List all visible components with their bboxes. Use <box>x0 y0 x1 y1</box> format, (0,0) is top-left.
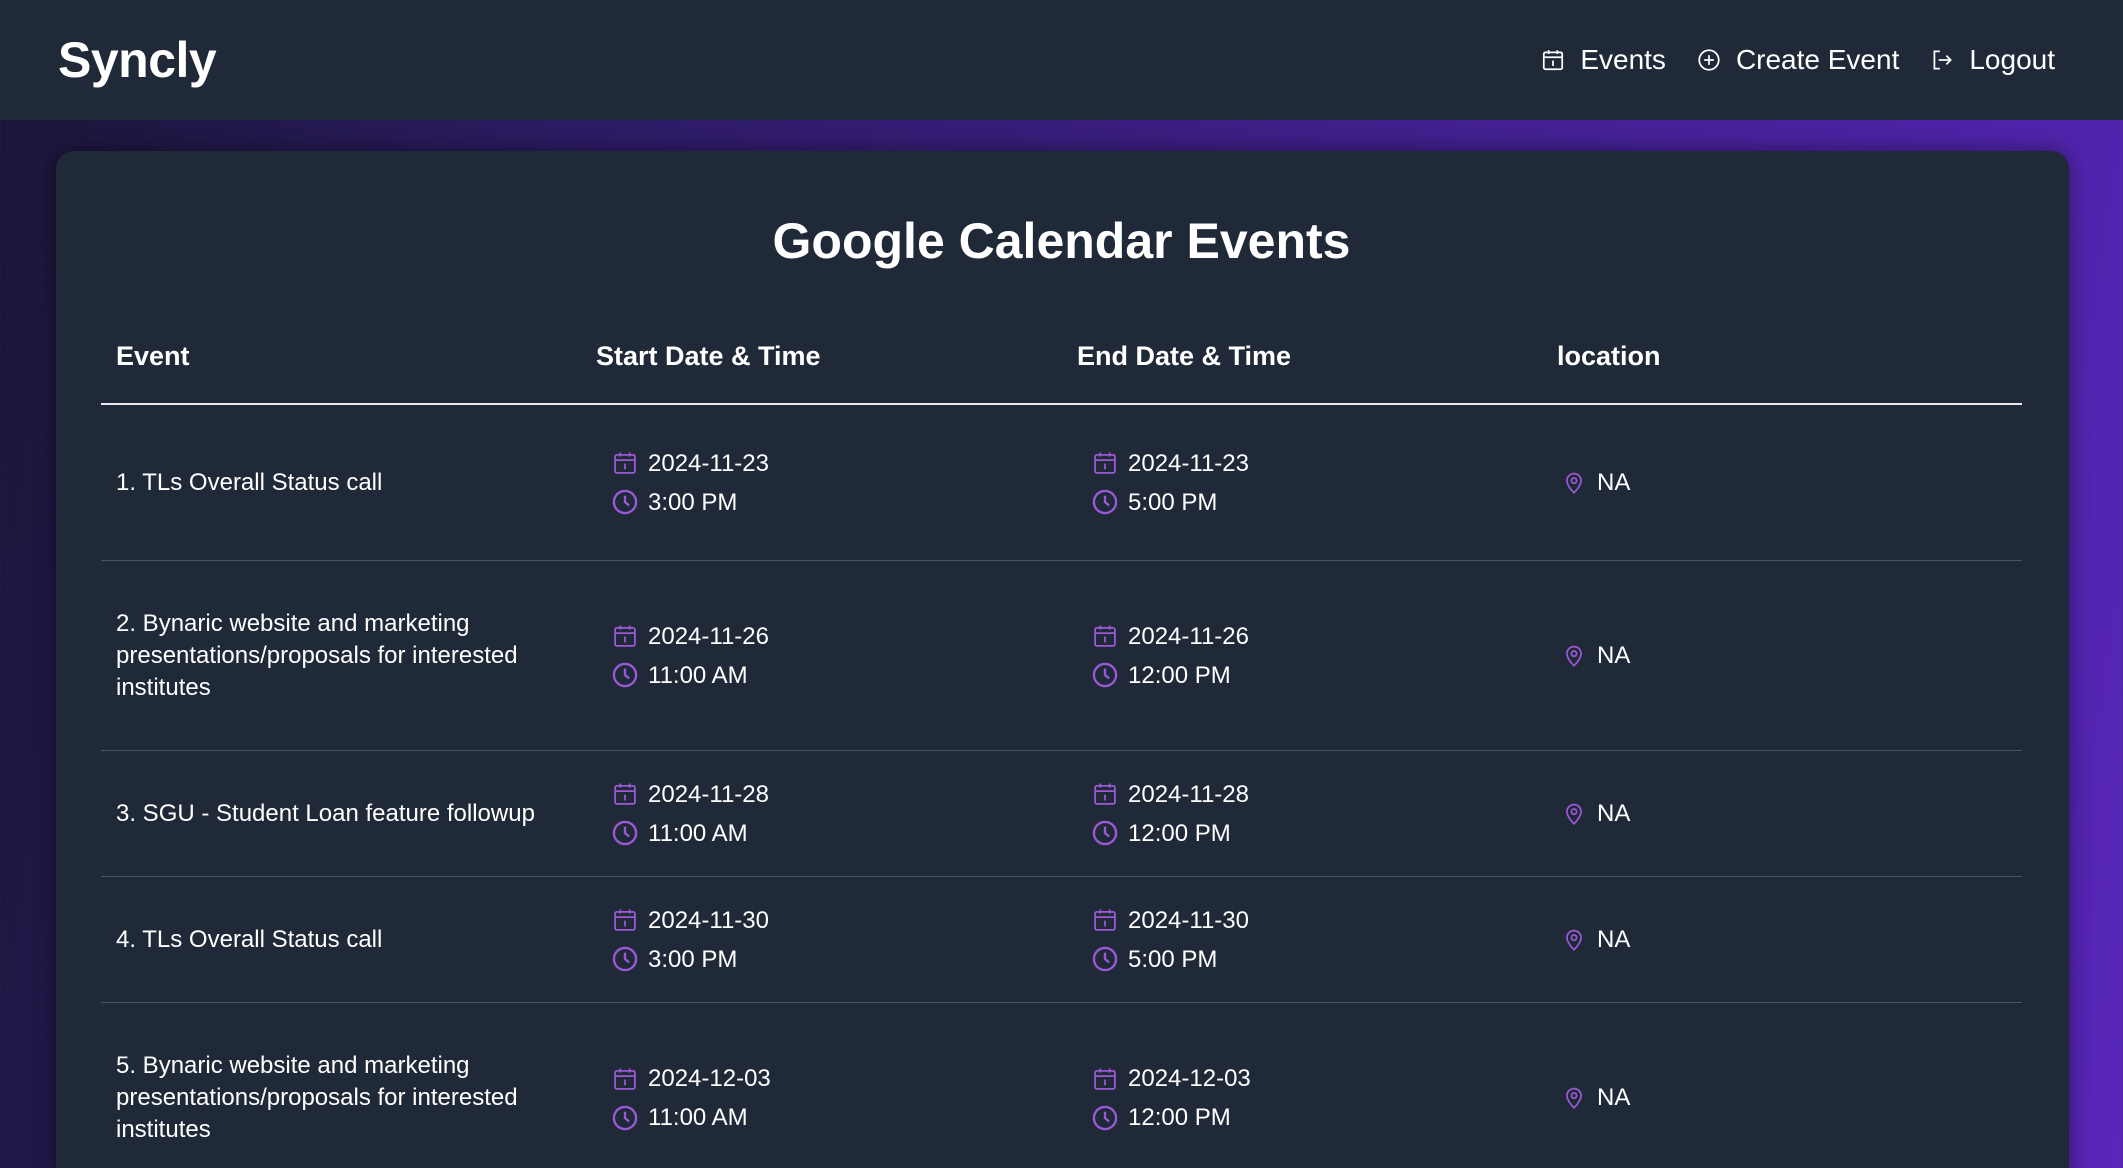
table-header: Event Start Date & Time End Date & Time … <box>101 333 2022 405</box>
clock-icon <box>612 946 638 972</box>
clock-icon <box>612 820 638 846</box>
location-text: NA <box>1597 641 1631 669</box>
end-date: 2024-11-23 <box>1128 449 1249 477</box>
table-row[interactable]: 2. Bynaric website and marketing present… <box>101 561 2022 751</box>
navbar: Syncly Events Create Event Logout <box>0 0 2123 120</box>
logout-icon <box>1933 50 1953 70</box>
map-pin-icon <box>1566 929 1582 951</box>
nav-events-label: Events <box>1580 44 1666 75</box>
clock-icon <box>1092 489 1118 515</box>
map-pin-icon <box>1566 472 1582 494</box>
event-title: 5. Bynaric website and marketing present… <box>116 1052 518 1143</box>
start-datetime: 2024-11-26 11:00 AM <box>611 617 769 695</box>
end-datetime: 2024-11-23 5:00 PM <box>1091 444 1249 522</box>
calendar-icon <box>614 1068 636 1090</box>
end-datetime: 2024-11-28 12:00 PM <box>1091 775 1249 853</box>
end-time: 12:00 PM <box>1128 661 1231 689</box>
location-text: NA <box>1597 468 1631 496</box>
map-pin-icon <box>1566 803 1582 825</box>
end-datetime: 2024-11-26 12:00 PM <box>1091 617 1249 695</box>
end-date: 2024-11-28 <box>1128 780 1249 808</box>
nav-logout-label: Logout <box>1969 44 2055 75</box>
nav-menu: Events Create Event Logout <box>1540 44 2055 76</box>
clock-icon <box>1092 1105 1118 1130</box>
calendar-icon <box>614 783 636 805</box>
start-datetime: 2024-12-03 11:00 AM <box>611 1059 771 1137</box>
nav-create-event-label: Create Event <box>1735 44 1900 75</box>
end-date: 2024-11-26 <box>1128 622 1249 650</box>
end-time: 12:00 PM <box>1128 819 1231 847</box>
header-location: location <box>1557 341 1661 371</box>
end-time: 12:00 PM <box>1128 1104 1231 1131</box>
nav-logout-link[interactable]: Logout <box>1929 44 2055 76</box>
event-location: NA <box>1561 926 1630 954</box>
header-event: Event <box>116 341 190 371</box>
event-title: 3. SGU - Student Loan feature followup <box>116 799 535 827</box>
end-time: 5:00 PM <box>1128 488 1218 516</box>
start-time: 11:00 AM <box>648 819 748 847</box>
table-row[interactable]: 4. TLs Overall Status call 2024-11-30 3:… <box>101 877 2022 1003</box>
end-date: 2024-12-03 <box>1128 1065 1251 1092</box>
event-title: 4. TLs Overall Status call <box>116 925 383 953</box>
clock-icon <box>1092 662 1118 688</box>
calendar-icon <box>1094 625 1116 647</box>
location-text: NA <box>1597 1084 1631 1111</box>
page-title: Google Calendar Events <box>772 213 1351 269</box>
location-text: NA <box>1597 799 1631 827</box>
brand-logo[interactable]: Syncly <box>58 31 217 89</box>
end-date: 2024-11-30 <box>1128 906 1249 934</box>
nav-create-event-link[interactable]: Create Event <box>1696 44 1899 76</box>
start-datetime: 2024-11-30 3:00 PM <box>611 901 769 979</box>
start-date: 2024-11-23 <box>648 449 769 477</box>
plus-circle-icon <box>1698 49 1720 71</box>
clock-icon <box>1092 820 1118 846</box>
event-location: NA <box>1561 800 1630 828</box>
event-location: NA <box>1561 1084 1630 1112</box>
start-date: 2024-11-30 <box>648 906 769 934</box>
start-time: 3:00 PM <box>648 488 738 516</box>
calendar-icon <box>614 452 636 474</box>
table-row[interactable]: 3. SGU - Student Loan feature followup 2… <box>101 751 2022 877</box>
calendar-icon <box>1094 1068 1116 1090</box>
start-datetime: 2024-11-23 3:00 PM <box>611 444 769 522</box>
start-datetime: 2024-11-28 11:00 AM <box>611 775 769 853</box>
calendar-icon <box>1543 50 1564 71</box>
calendar-icon <box>1094 783 1116 805</box>
calendar-icon <box>1094 452 1116 474</box>
table-row[interactable]: 5. Bynaric website and marketing present… <box>101 1003 2022 1168</box>
header-end: End Date & Time <box>1077 341 1292 371</box>
location-text: NA <box>1597 925 1631 953</box>
clock-icon <box>612 489 638 515</box>
header-start: Start Date & Time <box>596 341 821 371</box>
start-time: 11:00 AM <box>648 1104 748 1131</box>
start-date: 2024-11-28 <box>648 780 769 808</box>
calendar-icon <box>614 909 636 931</box>
event-location: NA <box>1561 642 1630 670</box>
map-pin-icon <box>1566 645 1582 667</box>
event-title: 2. Bynaric website and marketing present… <box>116 609 518 701</box>
event-title: 1. TLs Overall Status call <box>116 468 383 496</box>
nav-events-link[interactable]: Events <box>1540 44 1666 76</box>
clock-icon <box>612 1105 638 1130</box>
clock-icon <box>1092 946 1118 972</box>
map-pin-icon <box>1566 1087 1582 1109</box>
start-time: 3:00 PM <box>648 945 738 973</box>
event-location: NA <box>1561 469 1630 497</box>
start-date: 2024-11-26 <box>648 622 769 650</box>
start-date: 2024-12-03 <box>648 1065 771 1092</box>
end-datetime: 2024-12-03 12:00 PM <box>1091 1059 1251 1137</box>
start-time: 11:00 AM <box>648 661 748 689</box>
end-time: 5:00 PM <box>1128 945 1218 973</box>
table-row[interactable]: 1. TLs Overall Status call 2024-11-23 3:… <box>101 405 2022 561</box>
end-datetime: 2024-11-30 5:00 PM <box>1091 901 1249 979</box>
clock-icon <box>612 662 638 688</box>
calendar-icon <box>614 625 636 647</box>
calendar-icon <box>1094 909 1116 931</box>
